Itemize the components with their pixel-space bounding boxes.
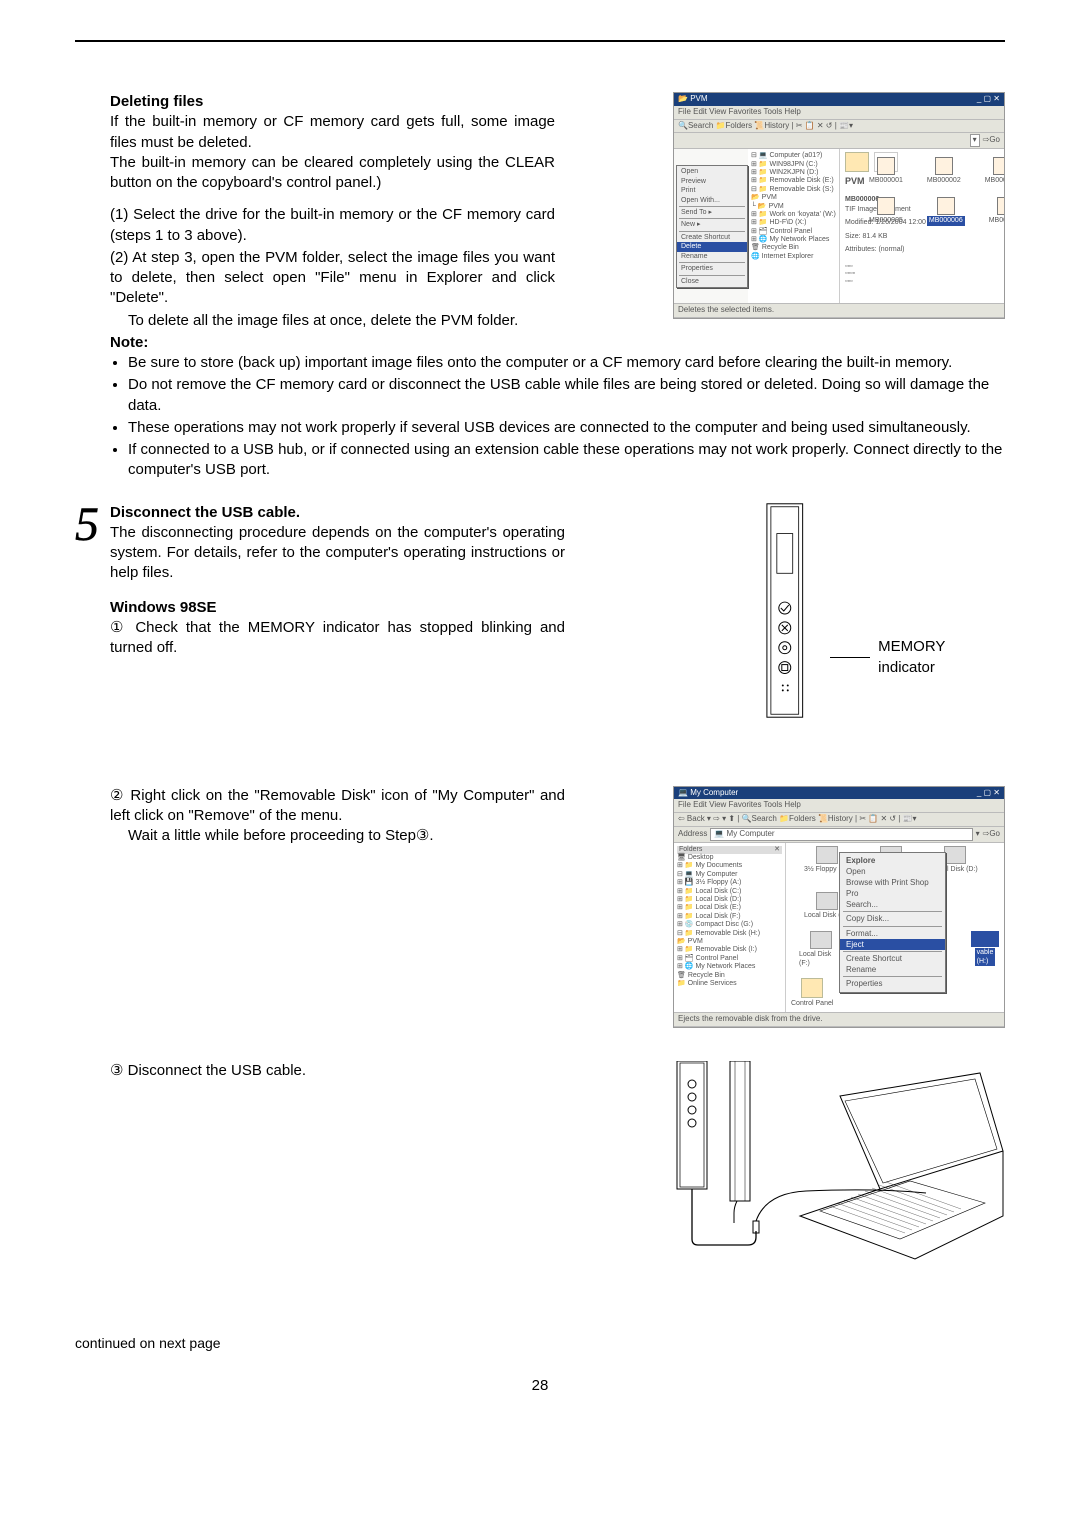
deleting-step1: (1) Select the drive for the built-in me… — [110, 205, 555, 246]
note-item: If connected to a USB hub, or if connect… — [128, 440, 1005, 481]
win-toolbar: 🔍Search 📁Folders 📜History | ✂ 📋 ✕ ↺ | 📰▾ — [674, 120, 1004, 134]
note-item: Be sure to store (back up) important ima… — [128, 353, 1005, 373]
screenshot-mycomputer: 💻 My Computer_ ▢ ✕ File Edit View Favori… — [673, 786, 1005, 1028]
note-item: Do not remove the CF memory card or disc… — [128, 375, 1005, 416]
disconnect-s1: ① Check that the MEMORY indicator has st… — [110, 618, 565, 659]
disconnect-s2: ② Right click on the "Removable Disk" ic… — [110, 786, 565, 827]
folder-tree: ⊟ 💻 Computer (a01?) ⊞ 📁 WIN98JPN (C:) ⊞ … — [748, 149, 840, 303]
context-menu: Explore Open Browse with Print Shop Pro … — [839, 852, 946, 993]
step-5-number: 5 — [75, 505, 99, 546]
memory-indicator-illustration: MEMORY indicator — [755, 503, 1005, 718]
deleting-step2: (2) At step 3, open the PVM folder, sele… — [110, 248, 555, 309]
file-menu-open: Open Preview Print Open With... Send To … — [676, 165, 748, 288]
panel-svg — [755, 503, 824, 718]
disconnect-s2b: Wait a little while before proceeding to… — [128, 826, 573, 846]
deleting-para1: If the built-in memory or CF memory card… — [110, 112, 555, 153]
win-title: 📂 PVM _ ▢ ✕ — [674, 93, 1004, 106]
top-rule — [75, 40, 1005, 42]
disconnect-s3: ③ Disconnect the USB cable. — [110, 1061, 565, 1081]
note-list: Be sure to store (back up) important ima… — [128, 353, 1005, 481]
page-number: 28 — [75, 1376, 1005, 1396]
note-item: These operations may not work properly i… — [128, 418, 1005, 438]
memory-callout-label: MEMORY indicator — [878, 637, 1005, 678]
usb-cable-illustration — [675, 1061, 1005, 1266]
deleting-step2b: To delete all the image files at once, d… — [128, 311, 573, 331]
continued-label: continued on next page — [75, 1334, 1005, 1353]
content-pane: PVM MB000001 MB000002 MB000003 MB000004 … — [840, 149, 1004, 303]
note-label: Note: — [110, 333, 1005, 353]
disconnect-para1: The disconnecting procedure depends on t… — [110, 523, 565, 584]
win-menubar: File Edit View Favorites Tools Help — [674, 106, 1004, 120]
screenshot-explorer-pvm: 📂 PVM _ ▢ ✕ File Edit View Favorites Too… — [673, 92, 1005, 319]
deleting-para2: The built-in memory can be cleared compl… — [110, 153, 555, 194]
